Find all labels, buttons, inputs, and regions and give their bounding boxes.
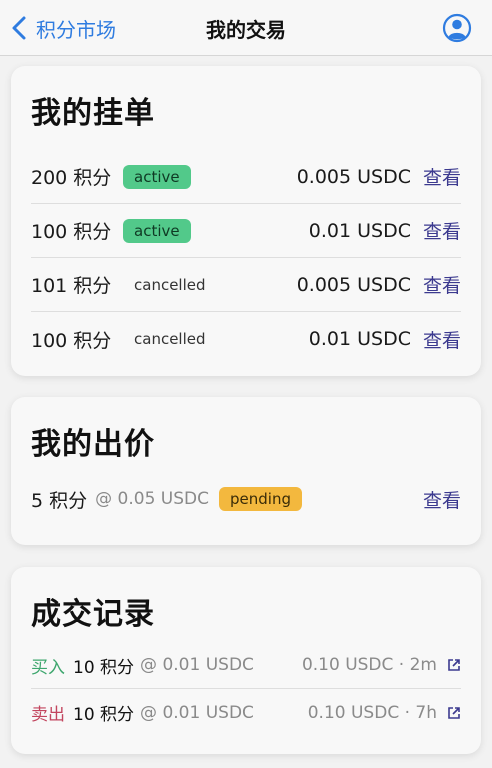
bids-card: 我的出价 5 积分 @ 0.05 USDC pending 查看	[11, 397, 481, 545]
trade-row: 买入 10 积分 @ 0.01 USDC 0.10 USDC · 2m	[31, 642, 461, 689]
trade-meta: 0.10 USDC · 7h	[308, 703, 437, 723]
listing-amount: 100 积分	[31, 221, 112, 243]
separator-dot: ·	[398, 655, 410, 675]
listings-title: 我的挂单	[31, 96, 155, 131]
trade-side: 卖出	[31, 705, 65, 725]
listings-list: 200 积分 active 0.005 USDC 查看 100 积分 activ…	[31, 150, 461, 366]
trade-total: 0.10 USDC	[307, 702, 400, 723]
view-link[interactable]: 查看	[423, 486, 461, 513]
view-link[interactable]: 查看	[423, 217, 461, 244]
bid-row: 5 积分 @ 0.05 USDC pending 查看	[31, 475, 461, 523]
bid-unit-price: @ 0.05 USDC	[95, 489, 209, 509]
listing-price: 0.005 USDC	[296, 273, 411, 296]
user-icon[interactable]	[442, 13, 472, 43]
listing-row: 101 积分 cancelled 0.005 USDC 查看	[31, 258, 461, 312]
separator-dot: ·	[404, 702, 416, 723]
listing-row: 100 积分 cancelled 0.01 USDC 查看	[31, 312, 461, 366]
listing-price: 0.005 USDC	[296, 165, 411, 188]
status-badge: active	[123, 164, 191, 189]
trade-side: 买入	[31, 657, 65, 678]
trade-amount: 10 积分	[73, 657, 135, 678]
status-badge: cancelled	[134, 330, 206, 348]
trade-meta: 0.10 USDC · 2m	[302, 655, 437, 675]
trades-card: 成交记录 买入 10 积分 @ 0.01 USDC 0.10 USDC · 2m…	[11, 567, 481, 754]
trades-list: 买入 10 积分 @ 0.01 USDC 0.10 USDC · 2m 卖出 1…	[31, 642, 461, 736]
listing-amount: 200 积分	[31, 167, 112, 189]
listing-row: 200 积分 active 0.005 USDC 查看	[31, 150, 461, 204]
status-badge: pending	[219, 487, 302, 511]
listing-price: 0.01 USDC	[308, 328, 411, 350]
trade-total: 0.10 USDC	[301, 655, 394, 675]
listing-row: 100 积分 active 0.01 USDC 查看	[31, 204, 461, 258]
status-badge: active	[123, 218, 191, 243]
bid-amount: 5 积分	[31, 489, 88, 512]
trade-time: 2m	[409, 655, 437, 675]
listing-price: 0.01 USDC	[308, 219, 411, 242]
listing-amount: 100 积分	[31, 329, 112, 352]
view-link[interactable]: 查看	[423, 326, 461, 353]
listings-card: 我的挂单 200 积分 active 0.005 USDC 查看 100 积分 …	[11, 66, 481, 376]
external-link-icon[interactable]	[447, 706, 461, 720]
view-link[interactable]: 查看	[423, 163, 461, 190]
view-link[interactable]: 查看	[423, 271, 461, 298]
trade-time: 7h	[415, 702, 437, 723]
trade-amount: 10 积分	[73, 705, 135, 725]
status-badge: cancelled	[134, 275, 206, 294]
trade-row: 卖出 10 积分 @ 0.01 USDC 0.10 USDC · 7h	[31, 689, 461, 736]
bids-title: 我的出价	[31, 427, 155, 462]
external-link-icon[interactable]	[447, 658, 461, 672]
trade-unit-price: @ 0.01 USDC	[140, 702, 254, 723]
listing-amount: 101 积分	[31, 275, 112, 297]
trade-unit-price: @ 0.01 USDC	[140, 655, 254, 675]
trades-title: 成交记录	[31, 597, 155, 632]
page-title: 我的交易	[206, 18, 286, 42]
nav-bar: 积分市场 我的交易	[0, 0, 492, 56]
